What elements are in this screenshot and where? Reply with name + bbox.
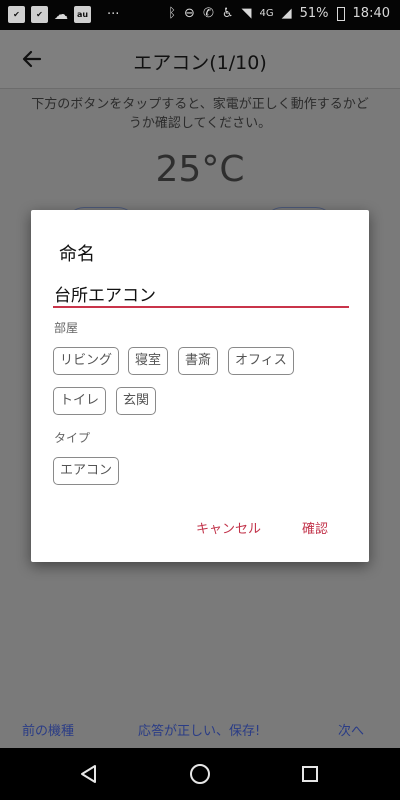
back-nav-icon[interactable]	[79, 764, 99, 784]
next-link[interactable]: 次へ	[338, 720, 364, 739]
room-chip-living[interactable]: リビング	[53, 347, 120, 375]
clock: 18:40	[352, 6, 390, 21]
app-bar: エアコン(1/10)	[0, 30, 400, 88]
room-chip-toilet[interactable]: トイレ	[53, 387, 107, 415]
room-chip-bedroom[interactable]: 寝室	[128, 347, 169, 375]
wifi-icon: ◥	[241, 6, 252, 21]
cloud-icon: ☁	[54, 6, 68, 23]
notification-app-icon: au	[74, 6, 91, 23]
do-not-disturb-icon: ⊖	[184, 6, 195, 21]
battery-percentage: 51%	[299, 6, 329, 21]
cancel-button[interactable]: キャンセル	[196, 518, 261, 537]
notification-app-icon: ✔	[31, 6, 48, 23]
temperature-display: 25°C	[155, 149, 245, 190]
prev-model-link[interactable]: 前の機種	[22, 720, 74, 739]
phone-icon: ✆	[202, 6, 214, 21]
bottom-actions: 前の機種 応答が正しい、保存! 次へ	[0, 720, 400, 748]
page-title: エアコン(1/10)	[133, 52, 267, 74]
status-bar: ✔ ✔ ☁ au ··· ᛒ ⊖ ✆ ♿ ◥ 4G ◢ 51% 18:40	[0, 0, 400, 30]
battery-icon	[336, 6, 345, 21]
more-notifications-icon: ···	[107, 7, 120, 22]
navigation-bar	[0, 748, 400, 800]
naming-dialog: 命名 部屋 リビング 寝室 書斎 オフィス トイレ 玄関 タイプ エアコン キャ…	[31, 210, 369, 562]
name-input[interactable]	[53, 280, 349, 308]
bluetooth-icon: ᛒ	[168, 6, 177, 21]
room-label: 部屋	[54, 321, 79, 335]
dialog-title: 命名	[59, 244, 95, 265]
accessibility-icon: ♿	[221, 6, 234, 21]
save-link[interactable]: 応答が正しい、保存!	[138, 720, 260, 739]
notification-icons: ✔ ✔ ☁ au ···	[8, 6, 119, 23]
confirm-button[interactable]: 確認	[302, 518, 328, 537]
signal-icon: ◢	[281, 6, 292, 21]
type-chip-aircon[interactable]: エアコン	[53, 457, 120, 485]
room-chip-study[interactable]: 書斎	[178, 347, 219, 375]
notification-app-icon: ✔	[8, 6, 25, 23]
recents-nav-icon[interactable]	[301, 765, 319, 783]
room-chip-entrance[interactable]: 玄関	[116, 387, 157, 415]
instruction-text: 下方のボタンをタップすると、家電が正しく動作するかどうか確認してください。	[31, 97, 369, 131]
home-nav-icon[interactable]	[189, 763, 211, 785]
room-chip-office[interactable]: オフィス	[228, 347, 294, 375]
type-label: タイプ	[54, 431, 91, 445]
network-type: 4G	[259, 8, 274, 19]
system-icons: ᛒ ⊖ ✆ ♿ ◥ 4G ◢ 51% 18:40	[168, 6, 390, 21]
